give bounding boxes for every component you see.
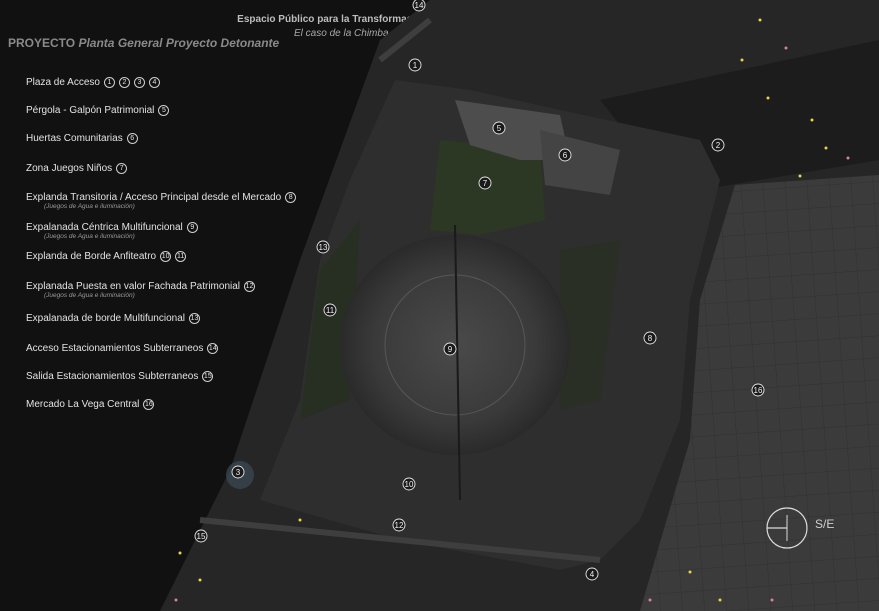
plan-marker-label: 9 [448,345,453,354]
plan-marker-label: 1 [413,61,418,70]
legend-item: Huertas Comunitarias 6 [26,133,138,144]
legend-label: Plaza de Acceso [26,77,100,88]
plan-marker-label: 6 [563,151,568,160]
plan-marker-14: 14 [412,0,426,12]
plan-marker-13: 13 [316,240,330,254]
legend-number-badge: 9 [186,222,198,233]
legend-number-badge: 11 [175,251,187,262]
plan-marker-4: 4 [585,567,599,581]
plan-marker-8: 8 [643,331,657,345]
legend-number-badge: 8 [285,192,297,203]
plan-marker-label: 12 [395,521,404,530]
plan-marker-3: 3 [231,465,245,479]
legend-label: Expalanada Céntrica Multifuncional [26,222,183,233]
legend-item: Expalanada de borde Multifuncional 13 [26,313,200,324]
legend-item: Pérgola - Galpón Patrimonial 5 [26,105,170,116]
plan-marker-label: 5 [497,124,502,133]
site-plan: S/E 14125671311981631012154 [160,0,879,611]
plan-marker-11: 11 [323,303,337,317]
legend-item: Acceso Estacionamientos Subterraneos 14 [26,343,219,354]
legend-item: Plaza de Acceso 1 2 3 4 [26,77,160,88]
legend-number-badge: 4 [148,77,160,88]
legend-note: (Juegos de Agua e iluminación) [44,292,135,299]
plan-marker-label: 16 [754,386,763,395]
legend-number-badge: 13 [189,313,200,324]
plan-marker-label: 11 [326,306,335,315]
plan-marker-12: 12 [392,518,406,532]
legend-label: Zona Juegos Niños [26,163,113,174]
legend-number-badge: 10 [160,251,172,262]
plan-marker-label: 7 [483,179,488,188]
compass-label: S/E [815,517,834,531]
legend-label: Explanada Puesta en valor Fachada Patrim… [26,281,241,292]
legend-label: Huertas Comunitarias [26,133,123,144]
legend-number-badge: 15 [202,371,214,382]
legend-item: Explanda de Borde Anfiteatro 10 11 [26,251,187,262]
plan-marker-label: 4 [590,570,595,579]
plan-marker-label: 2 [716,141,721,150]
plan-marker-label: 15 [197,532,206,541]
plan-marker-label: 13 [319,243,328,252]
legend-label: Acceso Estacionamientos Subterraneos [26,343,204,354]
legend-number-badge: 6 [126,133,138,144]
plan-marker-label: 8 [648,334,653,343]
legend-number-badge: 1 [103,77,115,88]
legend-item: Salida Estacionamientos Subterraneos 15 [26,371,214,382]
legend-label: Explanda de Borde Anfiteatro [26,251,157,262]
plan-marker-6: 6 [558,148,572,162]
plan-marker-label: 14 [415,1,424,10]
plan-marker-15: 15 [194,529,208,543]
plan-marker-10: 10 [402,477,416,491]
legend-number-badge: 2 [118,77,130,88]
legend-item: Expalanada Céntrica Multifuncional 9 [26,222,198,233]
legend-label: Expalanada de borde Multifuncional [26,313,185,324]
plan-marker-16: 16 [751,383,765,397]
legend-note: (Juegos de Agua e iluminación) [44,203,135,210]
legend-number-badge: 7 [116,163,128,174]
plan-marker-9: 9 [443,342,457,356]
legend-item: Zona Juegos Niños 7 [26,163,128,174]
plan-marker-2: 2 [711,138,725,152]
legend-label: Salida Estacionamientos Subterraneos [26,371,199,382]
plan-marker-label: 10 [405,480,414,489]
plan-marker-label: 3 [236,468,241,477]
legend-item: Explanada Puesta en valor Fachada Patrim… [26,281,256,292]
legend-number-badge: 12 [244,281,256,292]
plan-marker-5: 5 [492,121,506,135]
legend-label: Mercado La Vega Central [26,399,140,410]
plan-marker-7: 7 [478,176,492,190]
legend-number-badge: 5 [158,105,170,116]
legend-item: Mercado La Vega Central 16 [26,399,155,410]
legend-item: Explanda Transitoria / Acceso Principal … [26,192,297,203]
legend-number-badge: 3 [133,77,145,88]
plan-marker-1: 1 [408,58,422,72]
legend-label: Pérgola - Galpón Patrimonial [26,105,155,116]
legend-number-badge: 16 [143,399,155,410]
legend-number-badge: 14 [207,343,219,354]
legend-label: Explanda Transitoria / Acceso Principal … [26,192,282,203]
legend-note: (Juegos de Agua e iluminación) [44,233,135,240]
